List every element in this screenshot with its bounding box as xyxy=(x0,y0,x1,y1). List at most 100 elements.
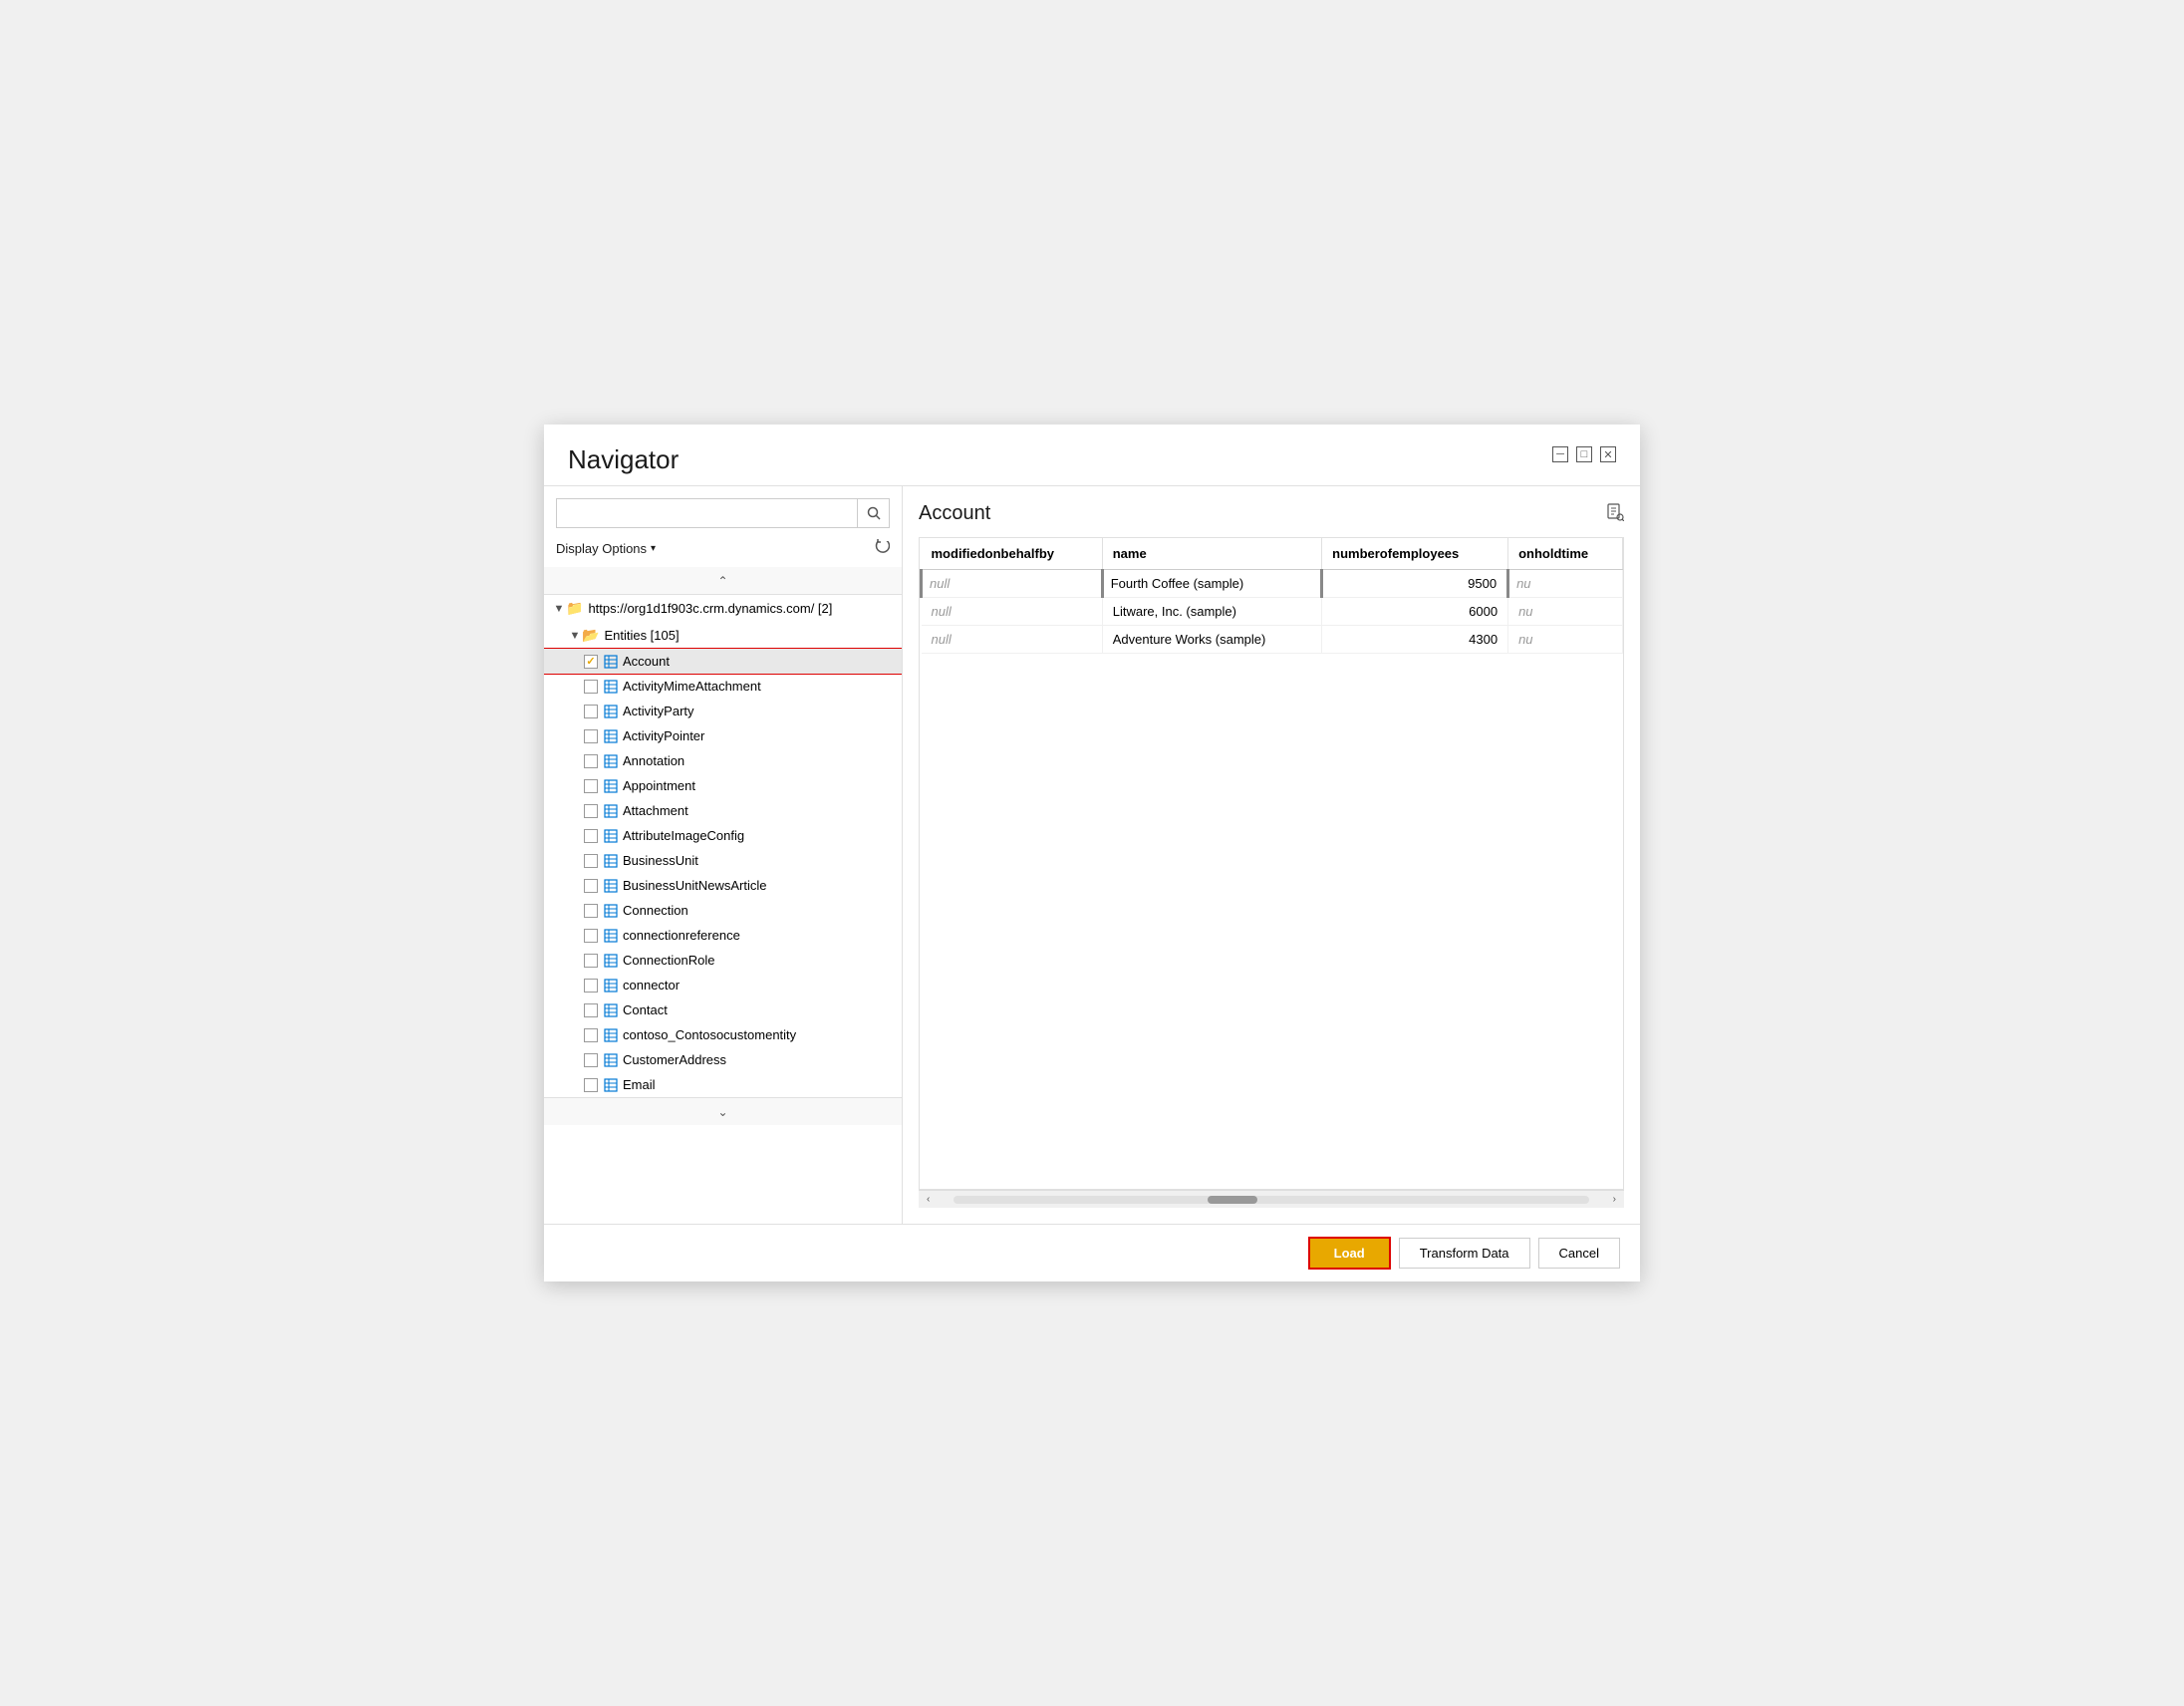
tree-item-appointment[interactable]: Appointment xyxy=(544,773,902,798)
col-header-numberofemployees: numberofemployees xyxy=(1322,538,1508,570)
table-row: null Litware, Inc. (sample) 6000 nu xyxy=(922,598,1623,626)
cell-onhold-1: nu xyxy=(1508,570,1623,598)
activitypointer-label: ActivityPointer xyxy=(623,728,704,743)
activitymimeattachment-checkbox[interactable] xyxy=(584,680,598,694)
preview-file-icon xyxy=(1606,503,1624,521)
tree-item-customeraddress[interactable]: CustomerAddress xyxy=(544,1047,902,1072)
table-icon-annotation xyxy=(604,754,618,768)
tree-item-activitypointer[interactable]: ActivityPointer xyxy=(544,723,902,748)
activityparty-checkbox[interactable] xyxy=(584,705,598,718)
cell-name-3: Adventure Works (sample) xyxy=(1102,626,1321,654)
tree-item-businessunit[interactable]: BusinessUnit xyxy=(544,848,902,873)
cell-name-2: Litware, Inc. (sample) xyxy=(1102,598,1321,626)
cell-modified-2: null xyxy=(922,598,1103,626)
appointment-label: Appointment xyxy=(623,778,695,793)
connectionreference-checkbox[interactable] xyxy=(584,929,598,943)
tree-item-businessunitnewsarticle[interactable]: BusinessUnitNewsArticle xyxy=(544,873,902,898)
connectionrole-checkbox[interactable] xyxy=(584,954,598,968)
entities-folder-icon: 📂 xyxy=(582,627,599,644)
refresh-button[interactable] xyxy=(874,538,890,559)
cell-modified-1: null xyxy=(922,570,1103,598)
entities-expand-icon: ▼ xyxy=(568,630,582,642)
table-row: null Adventure Works (sample) 4300 nu xyxy=(922,626,1623,654)
close-button[interactable]: ✕ xyxy=(1600,446,1616,462)
titlebar: Navigator ─ □ ✕ xyxy=(544,425,1640,485)
scroll-thumb[interactable] xyxy=(1208,1196,1257,1204)
tree-item-attributeimageconfig[interactable]: AttributeImageConfig xyxy=(544,823,902,848)
account-checkbox[interactable] xyxy=(584,655,598,669)
scroll-up-button[interactable]: ⌃ xyxy=(544,567,902,595)
cell-employees-3: 4300 xyxy=(1322,626,1508,654)
attachment-checkbox[interactable] xyxy=(584,804,598,818)
table-icon-connectionrole xyxy=(604,954,618,968)
tree-root-item[interactable]: ▼ 📁 https://org1d1f903c.crm.dynamics.com… xyxy=(544,595,902,622)
display-options-button[interactable]: Display Options ▾ xyxy=(556,541,656,556)
left-panel: Display Options ▾ ⌃ ▼ 📁 xyxy=(544,486,903,1224)
connection-checkbox[interactable] xyxy=(584,904,598,918)
col-header-modifiedonbehalfby: modifiedonbehalfby xyxy=(922,538,1103,570)
tree-item-annotation[interactable]: Annotation xyxy=(544,748,902,773)
tree-item-activityparty[interactable]: ActivityParty xyxy=(544,699,902,723)
tree-area[interactable]: ⌃ ▼ 📁 https://org1d1f903c.crm.dynamics.c… xyxy=(544,567,902,1224)
scroll-down-button[interactable]: ⌄ xyxy=(544,1097,902,1125)
table-icon-attachment xyxy=(604,804,618,818)
cell-onhold-2: nu xyxy=(1508,598,1623,626)
email-checkbox[interactable] xyxy=(584,1078,598,1092)
contosocustomentity-label: contoso_Contosocustomentity xyxy=(623,1027,796,1042)
search-input[interactable] xyxy=(556,498,858,528)
right-panel: Account modifiedonbe xyxy=(903,486,1640,1224)
attributeimageconfig-checkbox[interactable] xyxy=(584,829,598,843)
preview-title: Account xyxy=(919,502,990,525)
table-icon-activitymimeattachment xyxy=(604,680,618,694)
tree-item-attachment[interactable]: Attachment xyxy=(544,798,902,823)
search-area xyxy=(544,486,902,536)
cell-name-1: Fourth Coffee (sample) xyxy=(1102,570,1321,598)
table-row: null Fourth Coffee (sample) 9500 nu xyxy=(922,570,1623,598)
tree-item-account[interactable]: Account xyxy=(544,649,902,674)
load-button[interactable]: Load xyxy=(1308,1237,1391,1270)
search-button[interactable] xyxy=(858,498,890,528)
contact-label: Contact xyxy=(623,1002,668,1017)
cell-modified-3: null xyxy=(922,626,1103,654)
tree-item-connection[interactable]: Connection xyxy=(544,898,902,923)
transform-data-button[interactable]: Transform Data xyxy=(1399,1238,1530,1269)
horizontal-scrollbar[interactable]: ‹ › xyxy=(919,1190,1624,1208)
businessunitnewsarticle-checkbox[interactable] xyxy=(584,879,598,893)
connectionreference-label: connectionreference xyxy=(623,928,740,943)
minimize-button[interactable]: ─ xyxy=(1552,446,1568,462)
connector-label: connector xyxy=(623,978,680,993)
search-icon xyxy=(867,506,881,520)
tree-item-connectionrole[interactable]: ConnectionRole xyxy=(544,948,902,973)
window-controls: ─ □ ✕ xyxy=(1552,446,1616,462)
scroll-left-arrow[interactable]: ‹ xyxy=(923,1192,934,1207)
tree-item-contosocustomentity[interactable]: contoso_Contosocustomentity xyxy=(544,1022,902,1047)
content-area: Display Options ▾ ⌃ ▼ 📁 xyxy=(544,485,1640,1224)
businessunit-label: BusinessUnit xyxy=(623,853,698,868)
dropdown-arrow-icon: ▾ xyxy=(651,543,656,554)
cancel-button[interactable]: Cancel xyxy=(1538,1238,1620,1269)
scroll-right-arrow[interactable]: › xyxy=(1609,1192,1620,1207)
attachment-label: Attachment xyxy=(623,803,688,818)
table-icon-attributeimageconfig xyxy=(604,829,618,843)
customeraddress-checkbox[interactable] xyxy=(584,1053,598,1067)
contact-checkbox[interactable] xyxy=(584,1003,598,1017)
connector-checkbox[interactable] xyxy=(584,979,598,993)
entities-folder-item[interactable]: ▼ 📂 Entities [105] xyxy=(544,622,902,649)
connection-label: Connection xyxy=(623,903,688,918)
annotation-checkbox[interactable] xyxy=(584,754,598,768)
connectionrole-label: ConnectionRole xyxy=(623,953,715,968)
maximize-button[interactable]: □ xyxy=(1576,446,1592,462)
tree-item-activitymimeattachment[interactable]: ActivityMimeAttachment xyxy=(544,674,902,699)
scroll-track[interactable] xyxy=(954,1196,1588,1204)
contosocustomentity-checkbox[interactable] xyxy=(584,1028,598,1042)
appointment-checkbox[interactable] xyxy=(584,779,598,793)
activitypointer-checkbox[interactable] xyxy=(584,729,598,743)
preview-options-button[interactable] xyxy=(1606,503,1624,525)
tree-item-contact[interactable]: Contact xyxy=(544,997,902,1022)
businessunit-checkbox[interactable] xyxy=(584,854,598,868)
email-label: Email xyxy=(623,1077,656,1092)
tree-item-email[interactable]: Email xyxy=(544,1072,902,1097)
tree-item-connectionreference[interactable]: connectionreference xyxy=(544,923,902,948)
tree-item-connector[interactable]: connector xyxy=(544,973,902,997)
root-url-label: https://org1d1f903c.crm.dynamics.com/ [2… xyxy=(588,601,832,616)
